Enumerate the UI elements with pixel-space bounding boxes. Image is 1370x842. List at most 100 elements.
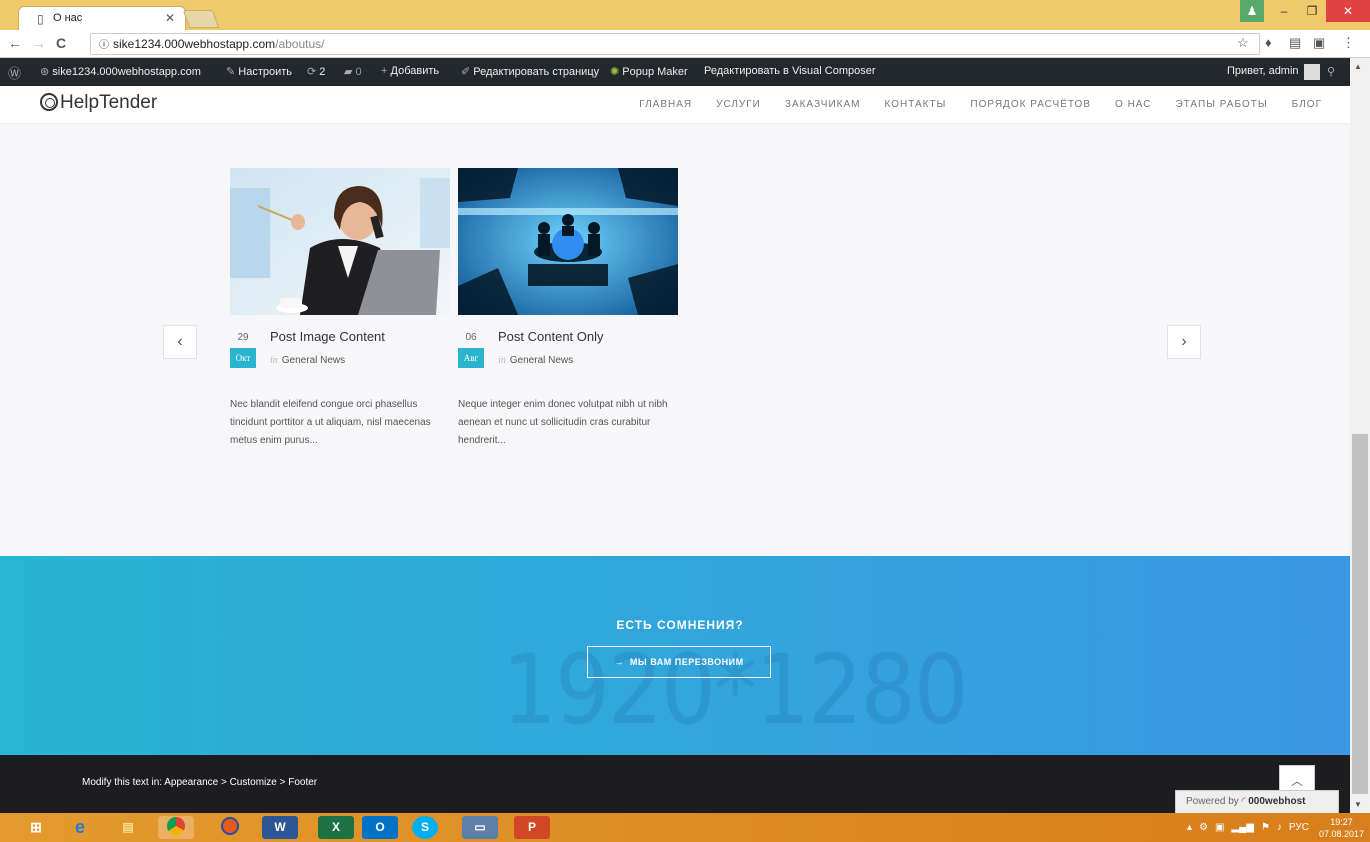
- restore-button[interactable]: ❐: [1298, 0, 1326, 22]
- wp-edit-link[interactable]: ✐ Редактировать страницу: [461, 65, 599, 78]
- main-navigation: ГЛАВНАЯ УСЛУГИ ЗАКАЗЧИКАМ КОНТАКТЫ ПОРЯД…: [615, 99, 1322, 110]
- post-category: in General News: [498, 355, 573, 366]
- wp-site-link[interactable]: ⊛ sike1234.000webhostapp.com: [40, 65, 201, 78]
- post-image[interactable]: [458, 168, 678, 315]
- scroll-up-icon[interactable]: ▲: [1354, 62, 1362, 71]
- wp-comments-link[interactable]: ▰ 0: [344, 65, 362, 78]
- wp-customize-link[interactable]: ✎ Настроить: [226, 65, 292, 78]
- wp-site-label: sike1234.000webhostapp.com: [52, 66, 201, 78]
- nav-item-home[interactable]: ГЛАВНАЯ: [639, 99, 692, 110]
- forward-icon[interactable]: →: [32, 35, 46, 51]
- tray-expand-icon[interactable]: ▴: [1187, 822, 1192, 833]
- skype-icon[interactable]: S: [412, 816, 438, 839]
- blog-carousel-section: ‹ › 29 Окт Post Image Content in General…: [0, 124, 1350, 556]
- nav-item-services[interactable]: УСЛУГИ: [716, 99, 761, 110]
- post-card: 06 Авг Post Content Only in General News …: [458, 168, 678, 446]
- browser-tab[interactable]: ▯ О нас ✕: [18, 6, 186, 30]
- start-icon[interactable]: ⊞: [18, 816, 54, 839]
- user-icon[interactable]: ♟: [1240, 0, 1264, 22]
- post-date-day: 29: [237, 332, 249, 343]
- site-header: HelpTender ГЛАВНАЯ УСЛУГИ ЗАКАЗЧИКАМ КОН…: [0, 86, 1350, 124]
- footer-text: Modify this text in: Appearance > Custom…: [82, 777, 318, 788]
- nav-item-clients[interactable]: ЗАКАЗЧИКАМ: [785, 99, 861, 110]
- info-icon[interactable]: ⓘ: [99, 40, 109, 51]
- excel-icon[interactable]: X: [318, 816, 354, 839]
- post-card: 29 Окт Post Image Content in General News…: [230, 168, 450, 446]
- powered-by-badge[interactable]: Powered by ◜ 000webhost: [1175, 790, 1339, 814]
- wp-add-link[interactable]: + Добавить: [381, 65, 439, 77]
- new-tab-button[interactable]: [182, 10, 220, 28]
- nav-item-blog[interactable]: БЛОГ: [1292, 99, 1322, 110]
- page-scrollbar[interactable]: ▲ ▼: [1350, 58, 1370, 813]
- flag-icon[interactable]: ⚑: [1261, 822, 1270, 833]
- image-viewer-icon[interactable]: ▭: [462, 816, 498, 839]
- category-prefix: in: [498, 355, 506, 366]
- word-icon[interactable]: W: [262, 816, 298, 839]
- post-image[interactable]: [230, 168, 450, 315]
- powerpoint-icon[interactable]: P: [514, 816, 550, 839]
- clock[interactable]: 19:27 07.08.2017: [1319, 816, 1364, 840]
- wp-vc-link[interactable]: Редактировать в Visual Composer: [704, 65, 876, 77]
- volume-icon[interactable]: ♪: [1277, 822, 1282, 833]
- minimize-button[interactable]: –: [1270, 0, 1298, 22]
- clock-time: 19:27: [1330, 816, 1353, 827]
- address-bar: ← → C ⓘ sike1234.000webhostapp.com/aboutu…: [0, 30, 1370, 58]
- bookmark-star-icon[interactable]: ☆: [1237, 35, 1249, 51]
- reload-icon[interactable]: C: [56, 35, 66, 51]
- post-excerpt: Neque integer enim donec volutpat nibh u…: [458, 399, 668, 446]
- carousel-prev-button[interactable]: ‹: [163, 325, 197, 359]
- close-tab-icon[interactable]: ✕: [165, 11, 175, 25]
- menu-icon[interactable]: ⋮: [1342, 35, 1355, 51]
- language-indicator[interactable]: РУС: [1289, 822, 1309, 833]
- system-tray: ▴ ⚙ ▣ ▂▄▆ ⚑ ♪ РУС 19:27 07.08.2017: [1180, 813, 1364, 842]
- wp-popup-link[interactable]: ✺ Popup Maker: [610, 65, 688, 78]
- back-icon[interactable]: ←: [8, 35, 22, 51]
- file-explorer-icon[interactable]: ▤: [110, 816, 146, 839]
- clock-date: 07.08.2017: [1318, 828, 1364, 839]
- powered-prefix: Powered by: [1186, 796, 1239, 807]
- scroll-thumb[interactable]: [1352, 434, 1368, 794]
- wp-add-label: Добавить: [390, 65, 440, 77]
- network-icon[interactable]: ▂▄▆: [1231, 822, 1253, 833]
- post-title[interactable]: Post Image Content: [270, 329, 385, 344]
- url-input[interactable]: ⓘ sike1234.000webhostapp.com/aboutus/: [90, 33, 1260, 55]
- plus-icon: +: [381, 65, 388, 77]
- tab-title: О нас: [53, 12, 83, 24]
- category-link[interactable]: General News: [282, 355, 345, 366]
- carousel-next-button[interactable]: ›: [1167, 325, 1201, 359]
- wordpress-icon[interactable]: Ⓦ: [8, 63, 21, 82]
- wp-admin-bar: Ⓦ ⊛ sike1234.000webhostapp.com ✎ Настрои…: [0, 58, 1350, 86]
- close-window-button[interactable]: ✕: [1326, 0, 1370, 22]
- chrome-icon[interactable]: [158, 816, 194, 839]
- nav-item-about[interactable]: О НАС: [1115, 99, 1151, 110]
- extension-icon[interactable]: ♦: [1265, 35, 1272, 50]
- category-link[interactable]: General News: [510, 355, 573, 366]
- nav-item-contacts[interactable]: КОНТАКТЫ: [884, 99, 946, 110]
- nav-item-stages[interactable]: ЭТАПЫ РАБОТЫ: [1175, 99, 1267, 110]
- nav-item-payment[interactable]: ПОРЯДОК РАСЧЁТОВ: [970, 99, 1091, 110]
- firefox-icon[interactable]: [212, 816, 248, 839]
- extension-icon[interactable]: ▤: [1289, 35, 1301, 51]
- arrow-right-icon: →: [614, 657, 624, 667]
- tray-app-icon[interactable]: ⚙: [1199, 822, 1208, 833]
- cta-heading: ЕСТЬ СОМНЕНИЯ?: [616, 618, 744, 632]
- wp-greeting[interactable]: Привет, admin: [1227, 65, 1299, 77]
- search-icon[interactable]: ⚲: [1327, 65, 1335, 78]
- wp-updates-link[interactable]: ⟳ 2: [307, 65, 325, 78]
- post-date-month: Окт: [230, 348, 256, 368]
- avatar[interactable]: [1304, 64, 1320, 80]
- windows-taskbar: ⊞ e ▤ W X O S ▭ P ▴ ⚙ ▣ ▂▄▆ ⚑ ♪ РУС 19:2…: [0, 813, 1370, 842]
- popup-maker-icon: ✺: [610, 66, 620, 78]
- tray-app-icon[interactable]: ▣: [1215, 822, 1224, 833]
- internet-explorer-icon[interactable]: e: [62, 816, 98, 839]
- site-logo[interactable]: HelpTender: [40, 92, 157, 114]
- extension-icon[interactable]: ▣: [1313, 35, 1325, 51]
- logo-icon: [40, 93, 58, 111]
- scroll-down-icon[interactable]: ▼: [1354, 800, 1362, 809]
- wp-popup-label: Popup Maker: [622, 66, 688, 78]
- pencil-icon: ✐: [461, 66, 471, 78]
- outlook-icon[interactable]: O: [362, 816, 398, 839]
- callback-button[interactable]: → МЫ ВАМ ПЕРЕЗВОНИМ: [587, 646, 771, 678]
- post-title[interactable]: Post Content Only: [498, 329, 604, 344]
- comment-icon: ▰: [344, 66, 353, 78]
